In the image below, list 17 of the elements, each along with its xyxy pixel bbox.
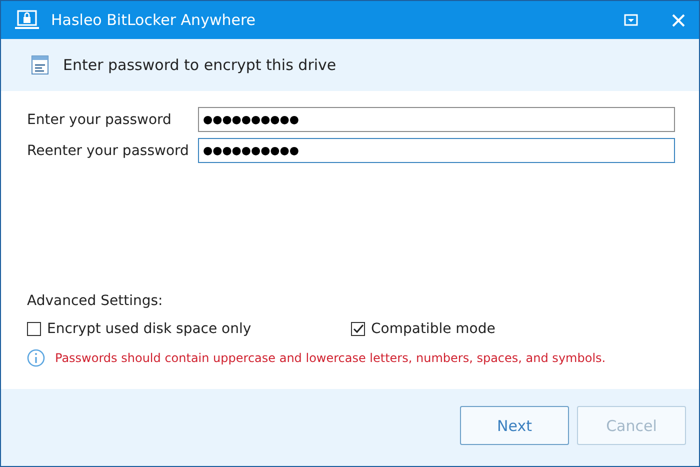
field-label: Enter your password bbox=[27, 112, 172, 128]
checkbox[interactable] bbox=[351, 322, 365, 336]
header-text: Enter password to encrypt this drive bbox=[63, 56, 336, 74]
window-title: Hasleo BitLocker Anywhere bbox=[51, 11, 257, 29]
checkbox[interactable] bbox=[27, 322, 41, 336]
password-field[interactable]: ●●●●●●●●●● bbox=[198, 138, 675, 163]
checkbox-option[interactable]: Compatible mode bbox=[351, 321, 675, 337]
checkbox-option[interactable]: Encrypt used disk space only bbox=[27, 321, 351, 337]
info-icon bbox=[27, 349, 45, 367]
section-title: Advanced Settings: bbox=[27, 293, 164, 309]
field-label: Reenter your password bbox=[27, 142, 190, 158]
minimize-icon[interactable] bbox=[624, 14, 638, 26]
password-field[interactable]: ●●●●●●●●●● bbox=[198, 107, 675, 132]
dialog-button[interactable]: Next bbox=[460, 406, 569, 445]
laptop-lock-icon bbox=[15, 10, 39, 30]
hint-text: Passwords should contain uppercase and lowercase letters, numbers, spaces, and symbols. bbox=[55, 351, 606, 365]
close-icon[interactable] bbox=[672, 14, 685, 26]
